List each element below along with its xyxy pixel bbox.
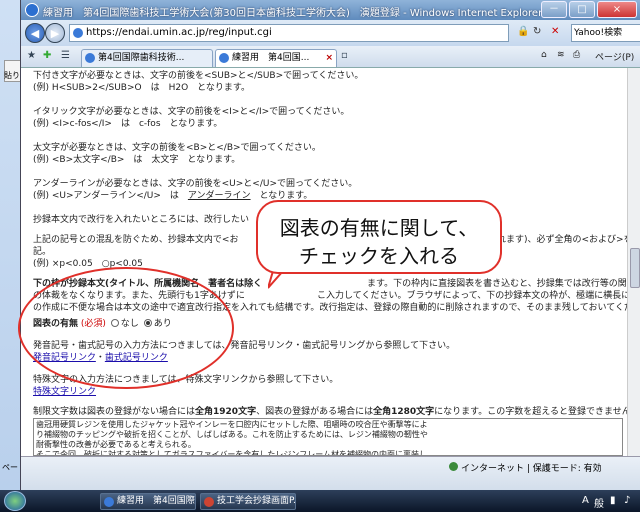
start-button[interactable] [4,491,26,511]
special-char-links: 特殊文字リンク [33,386,96,398]
char-limit-1280: 全角1280文字 [373,407,435,417]
char-limit-suffix: になります。この字数を超えると登録できません。 [434,407,627,417]
close-button[interactable]: × [597,1,637,18]
char-limit-note: 制限文字数は図表の登録がない場合には全角1920文字、図表の登録がある場合には全… [33,406,627,418]
back-arrow-icon[interactable]: ◀ [25,23,45,43]
taskbar-button-2[interactable]: 技工学会抄録画面P... [200,493,296,510]
ime-mode[interactable]: A [582,495,589,506]
volume-icon[interactable]: ♪ [624,495,630,506]
scrollbar-thumb[interactable] [630,248,640,288]
page-label: ペー [2,463,18,472]
url-field[interactable]: https://endai.umin.ac.jp/reg/input.cgi [69,24,509,42]
new-tab-icon[interactable]: ▫ [341,50,348,61]
callout-line-1: 図表の有無に関して、 [279,216,479,240]
char-limit-mid: 、図表の登録がある場合には [256,407,374,417]
address-bar: ◀ ▶ https://endai.umin.ac.jp/reg/input.c… [21,20,640,46]
annotation-ellipse [18,267,234,389]
ie-taskbar-icon [104,497,114,507]
add-favorite-icon[interactable]: ✚ [43,50,51,61]
powerpoint-taskbar-icon [204,497,214,507]
title-bar: 練習用 第4回国際歯科技工学術大会(第30回日本歯科技工学術大会) 演題登録 -… [21,0,640,20]
tab-2[interactable]: 練習用 第4回国... × [215,49,337,67]
lock-icon[interactable]: 🔒 [517,26,529,37]
symbol-instruction: 上記の記号との混乱を防ぐため、抄録本文内で<お [33,235,239,245]
forward-arrow-icon[interactable]: ▶ [45,23,65,43]
print-icon[interactable]: ⎙ [573,50,580,60]
italic-example: (例) <I>c-fos</I> は c-fos となります。 [33,119,223,129]
special-char-link[interactable]: 特殊文字リンク [33,387,96,397]
tab-bar: ★ ✚ ☰ 第4回国際歯科技術... 練習用 第4回国... × ▫ ⌂ ≋ ⎙… [21,46,640,68]
char-limit-prefix: 制限文字数は図表の登録がない場合には [33,407,196,417]
favorites-star-icon[interactable]: ★ [27,50,36,61]
taskbar: 練習用 第4回国際... 技工学会抄録画面P... A 般 ▮ ♪ [0,490,640,512]
abstract-instruction-2-tail: こ入力してください。ブラウザによって、下の抄録本文の枠が、極端に横長になってしま… [317,291,627,301]
globe-icon [449,462,458,471]
underline-example-word: アンダーライン [187,191,251,201]
url-text: https://endai.umin.ac.jp/reg/input.cgi [86,27,272,38]
paste-label: 貼り [4,71,20,80]
minimize-button[interactable]: － [541,1,567,18]
desktop-screen: 貼り ペー 練習用 第4回国際歯科技工学術大会(第30回日本歯科技工学術大会) … [0,0,640,512]
security-zone: インターネット | 保護モード: 有効 [461,464,602,474]
bold-intro: 太文字が必要なときは、文字の前後を<B>と</B>で囲ってください。 [33,143,321,153]
taskbar-label: 練習用 第4回国際... [117,496,196,506]
stop-icon[interactable]: ✕ [551,26,559,37]
taskbar-label: 技工学会抄録画面P... [217,496,296,506]
tab-label: 練習用 第4回国... [232,53,310,63]
sub-intro: 下付き文字が必要なときは、文字の前後を<SUB>と</SUB>で囲ってください。 [33,71,364,81]
page-icon [73,28,83,38]
tab-page-icon [85,53,95,63]
abstract-textarea[interactable]: 歯冠用硬質レジンを使用したジャケット冠やインレーを口腔内にセットした際、咀嚼時の… [33,418,623,456]
taskbar-button-1[interactable]: 練習用 第4回国際... [100,493,196,510]
status-bar: インターネット | 保護モード: 有効 [21,456,640,490]
close-tab-icon[interactable]: × [325,50,333,66]
italic-intro: イタリック文字が必要なときは、文字の前後を<I>と</I>で囲ってください。 [33,107,350,117]
ie-logo-icon [25,3,39,17]
tab-list-icon[interactable]: ☰ [61,50,70,61]
feeds-icon[interactable]: ≋ [557,50,565,60]
ime-kanji[interactable]: 般 [594,495,604,510]
abstract-instruction-1-tail: ます。下の枠内に直接図表を書き込むと、抄録集では改行等の関係でずれて [367,279,627,289]
newline-instruction: 抄録本文内で改行を入れたいところには、改行したい [33,215,250,225]
home-icon[interactable]: ⌂ [541,50,547,60]
symbol-instruction-2: 記。 [33,247,52,257]
page-menu[interactable]: ページ(P) [595,50,634,63]
window-title: 練習用 第4回国際歯科技工学術大会(第30回日本歯科技工学術大会) 演題登録 -… [43,8,543,19]
tab-label: 第4回国際歯科技術... [98,53,185,63]
maximize-button[interactable]: □ [569,1,595,18]
annotation-callout: 図表の有無に関して、 チェックを入れる [256,200,502,274]
tab-1[interactable]: 第4回国際歯科技術... [81,49,213,67]
search-input[interactable]: Yahoo!検索 [571,24,640,42]
underline-example-prefix: (例) <U>アンダーライン</U> は [33,191,188,201]
symbol-instruction-tail: れます)、必ず全角の<および>を( [497,235,627,245]
callout-line-2: チェックを入れる [299,244,459,268]
sub-example: (例) H<SUB>2</SUB>O は H2O となります。 [33,83,251,93]
network-icon[interactable]: ▮ [610,495,616,506]
char-limit-1920: 全角1920文字 [195,407,257,417]
vertical-scrollbar[interactable] [627,68,640,456]
refresh-icon[interactable]: ↻ [533,26,541,37]
underline-intro: アンダーラインが必要なときは、文字の前後を<U>と</U>で囲ってください。 [33,179,358,189]
bold-example: (例) <B>太文字</B> は 太文字 となります。 [33,155,241,165]
tab-page-icon [219,53,229,63]
